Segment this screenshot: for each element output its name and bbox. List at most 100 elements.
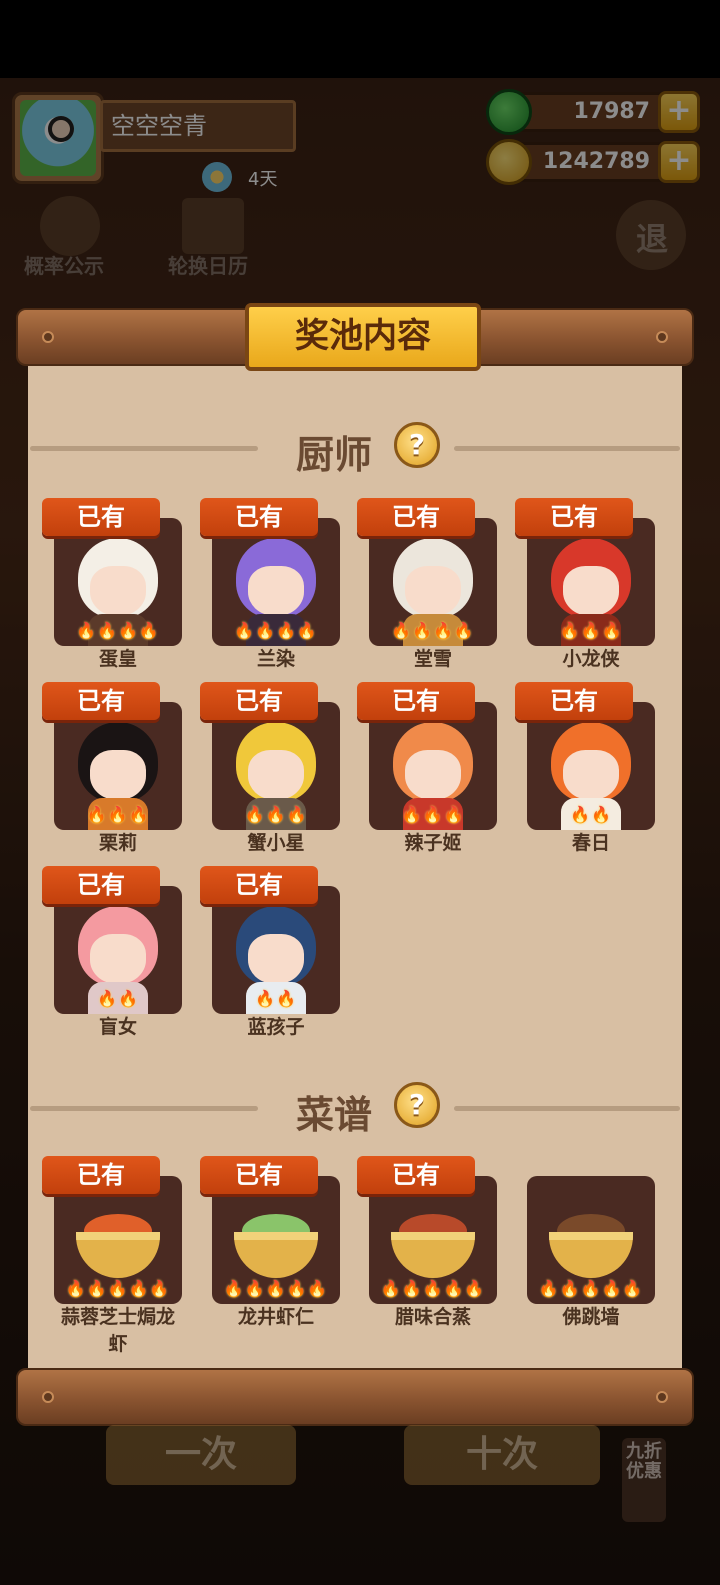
chef-face <box>405 750 461 800</box>
owned-badge: 已有 <box>200 682 318 720</box>
owned-badge: 已有 <box>200 498 318 536</box>
recipe-card[interactable]: 已有 🔥🔥🔥🔥🔥 腊味合蒸 <box>357 1156 497 1328</box>
panel-title: 奖池内容 <box>245 303 481 371</box>
dish-bowl <box>234 1232 318 1278</box>
chef-portrait: 🔥🔥🔥🔥 <box>54 518 182 646</box>
chef-portrait: 🔥🔥🔥 <box>212 702 340 830</box>
chef-face <box>563 566 619 616</box>
chef-face <box>248 750 304 800</box>
recipe-name: 蒜蓉芝士焗龙虾 <box>60 1306 175 1355</box>
divider <box>454 1106 680 1111</box>
nail-icon <box>42 1391 54 1403</box>
dish-picture: 🔥🔥🔥🔥🔥 <box>54 1176 182 1304</box>
rarity-flames-icon: 🔥🔥🔥🔥🔥 <box>538 1279 644 1298</box>
rarity-flames-icon: 🔥🔥🔥🔥 <box>234 621 318 640</box>
chefs-help-icon[interactable]: ? <box>394 422 440 468</box>
chef-name: 蛋皇 <box>98 648 137 670</box>
owned-badge: 已有 <box>515 682 633 720</box>
divider <box>454 446 680 451</box>
nail-icon <box>656 331 668 343</box>
divider <box>30 446 258 451</box>
recipe-card[interactable]: 已有 🔥🔥🔥🔥🔥 蒜蓉芝士焗龙虾 <box>42 1156 182 1355</box>
chef-card[interactable]: 已有 🔥🔥🔥 小龙侠 <box>515 498 655 670</box>
chef-face <box>90 934 146 984</box>
chef-name: 堂雪 <box>413 648 452 670</box>
discount-tag: 九折优惠 <box>622 1438 666 1522</box>
scroll-bottom-rod[interactable] <box>16 1368 694 1426</box>
chef-card[interactable]: 已有 🔥🔥🔥 辣子姬 <box>357 682 497 854</box>
chef-card[interactable]: 已有 🔥🔥🔥 栗莉 <box>42 682 182 854</box>
recipe-name: 佛跳墙 <box>562 1306 620 1328</box>
rarity-flames-icon: 🔥🔥 <box>97 989 139 1008</box>
chef-name: 栗莉 <box>98 832 137 854</box>
single-draw-button[interactable]: 一次 <box>106 1425 296 1485</box>
nail-icon <box>656 1391 668 1403</box>
recipes-section-header: 菜谱 ? <box>30 1082 680 1137</box>
chef-name: 兰染 <box>256 648 295 670</box>
chef-card[interactable]: 已有 🔥🔥🔥 蟹小星 <box>200 682 340 854</box>
rarity-flames-icon: 🔥🔥🔥🔥🔥 <box>65 1279 171 1298</box>
dish-picture: 🔥🔥🔥🔥🔥 <box>369 1176 497 1304</box>
owned-badge: 已有 <box>42 498 160 536</box>
recipe-card[interactable]: 已有 🔥🔥🔥🔥🔥 龙井虾仁 <box>200 1156 340 1328</box>
chefs-section-title: 厨师 <box>296 433 373 477</box>
owned-badge: 已有 <box>357 682 475 720</box>
chef-name: 蟹小星 <box>247 832 305 854</box>
divider <box>30 1106 258 1111</box>
chef-card[interactable]: 已有 🔥🔥 春日 <box>515 682 655 854</box>
rarity-flames-icon: 🔥🔥 <box>570 805 612 824</box>
owned-badge: 已有 <box>200 1156 318 1194</box>
chef-name: 蓝孩子 <box>247 1016 305 1038</box>
owned-badge: 已有 <box>357 1156 475 1194</box>
chef-name: 辣子姬 <box>404 832 462 854</box>
dish-bowl <box>391 1232 475 1278</box>
ten-draw-button[interactable]: 十次 <box>404 1425 600 1485</box>
dish-picture: 🔥🔥🔥🔥🔥 <box>527 1176 655 1304</box>
chef-face <box>248 934 304 984</box>
owned-badge: 已有 <box>42 1156 160 1194</box>
chef-card[interactable]: 已有 🔥🔥 盲女 <box>42 866 182 1038</box>
chef-portrait: 🔥🔥🔥 <box>54 702 182 830</box>
recipe-card[interactable]: 🔥🔥🔥🔥🔥 佛跳墙 <box>515 1156 655 1328</box>
rarity-flames-icon: 🔥🔥🔥🔥🔥 <box>223 1279 329 1298</box>
rarity-flames-icon: 🔥🔥🔥 <box>401 805 465 824</box>
recipe-name: 腊味合蒸 <box>394 1306 471 1328</box>
chef-name: 春日 <box>571 832 610 854</box>
rarity-flames-icon: 🔥🔥 <box>255 989 297 1008</box>
chef-name: 小龙侠 <box>562 648 620 670</box>
rarity-flames-icon: 🔥🔥🔥 <box>244 805 308 824</box>
owned-badge: 已有 <box>42 682 160 720</box>
chefs-section-header: 厨师 ? <box>30 422 680 477</box>
nail-icon <box>42 331 54 343</box>
rarity-flames-icon: 🔥🔥🔥🔥 <box>391 621 475 640</box>
chef-face <box>563 750 619 800</box>
rarity-flames-icon: 🔥🔥🔥🔥🔥 <box>380 1279 486 1298</box>
recipes-section-title: 菜谱 <box>296 1093 373 1137</box>
rarity-flames-icon: 🔥🔥🔥 <box>86 805 150 824</box>
chef-portrait: 🔥🔥🔥🔥 <box>212 518 340 646</box>
dish-picture: 🔥🔥🔥🔥🔥 <box>212 1176 340 1304</box>
recipe-name: 龙井虾仁 <box>237 1306 314 1328</box>
owned-badge: 已有 <box>42 866 160 904</box>
owned-badge: 已有 <box>357 498 475 536</box>
chef-name: 盲女 <box>98 1016 137 1038</box>
chef-face <box>90 750 146 800</box>
chef-portrait: 🔥🔥🔥🔥 <box>369 518 497 646</box>
chef-portrait: 🔥🔥🔥 <box>369 702 497 830</box>
chef-card[interactable]: 已有 🔥🔥🔥🔥 蛋皇 <box>42 498 182 670</box>
chef-portrait: 🔥🔥 <box>527 702 655 830</box>
rarity-flames-icon: 🔥🔥🔥🔥 <box>76 621 160 640</box>
dish-bowl <box>76 1232 160 1278</box>
chef-face <box>405 566 461 616</box>
chef-card[interactable]: 已有 🔥🔥🔥🔥 兰染 <box>200 498 340 670</box>
chef-face <box>248 566 304 616</box>
chef-card[interactable]: 已有 🔥🔥🔥🔥 堂雪 <box>357 498 497 670</box>
owned-badge: 已有 <box>515 498 633 536</box>
recipes-help-icon[interactable]: ? <box>394 1082 440 1128</box>
dish-bowl <box>549 1232 633 1278</box>
owned-badge: 已有 <box>200 866 318 904</box>
chef-card[interactable]: 已有 🔥🔥 蓝孩子 <box>200 866 340 1038</box>
chef-portrait: 🔥🔥 <box>54 886 182 1014</box>
chef-portrait: 🔥🔥 <box>212 886 340 1014</box>
chef-face <box>90 566 146 616</box>
